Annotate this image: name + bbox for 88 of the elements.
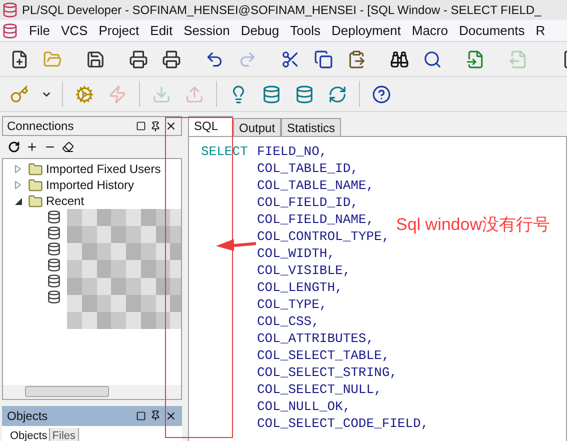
panel-title: Connections [7,118,75,135]
sql-editor[interactable] [188,136,567,441]
database-icon [47,258,61,272]
database-icon [47,242,61,256]
code-line: COL_SELECT_CODE_FIELD, [256,415,429,432]
tree-item[interactable]: Imported Fixed Users [3,161,181,177]
expander-icon[interactable] [15,198,22,204]
lightning-icon [108,84,127,104]
editor-tab[interactable]: SQL [188,116,234,136]
refresh-icon[interactable] [8,141,20,153]
window-title: PL/SQL Developer - SOFINAM_HENSEI@SOFINAM_HENSEI - [SQL Window - SELECT FIELD_ [22,2,542,19]
redo-icon [238,50,257,68]
menu-item[interactable]: VCS [60,20,88,40]
key-icon [10,84,29,104]
code-line: COL_TABLE_NAME, [256,177,374,194]
editor-tab[interactable]: Statistics [281,118,342,136]
undo-icon [205,50,224,68]
menu-item[interactable]: Edit [150,20,173,40]
database-icon [47,226,61,240]
code-line: COL_CONTROL_TYPE, [256,228,390,245]
menu-item[interactable]: Deployment [331,20,401,40]
menu-item[interactable]: Debug [240,20,280,40]
help-icon [372,84,391,104]
upload-icon [185,84,204,104]
pin-icon[interactable] [150,410,161,421]
tree-label: Imported Fixed Users [46,161,161,178]
close-icon[interactable] [165,410,177,422]
copy-icon [314,50,333,68]
tree-label: Imported History [46,177,134,194]
code-line: COL_FIELD_ID, [256,194,358,211]
pin-icon[interactable] [150,120,161,132]
maximize-icon[interactable] [136,410,146,420]
code-line: COL_VISIBLE, [256,262,351,279]
menu-item[interactable]: Tools [290,20,320,40]
file-arrow-icon [466,50,485,68]
menu-item[interactable]: Documents [458,20,525,40]
folder-icon [28,178,43,192]
code-line: COL_LENGTH, [256,279,343,296]
database-icon [47,290,61,304]
database-icon [47,274,61,288]
folder-icon [43,50,62,68]
binoculars-icon [390,50,409,68]
scrollbar[interactable] [3,384,181,398]
code-line: COL_NULL_OK, [256,398,351,415]
gear-icon [75,84,94,104]
database-icon [295,84,314,104]
tree-label: Recent [46,193,84,210]
annotation-text: Sql window没有行号 [396,214,550,236]
menu-item[interactable]: File [29,20,50,40]
refresh-icon [328,84,347,104]
panel-tab[interactable]: Objects [8,428,50,441]
search-icon [423,50,442,68]
download-icon [152,84,171,104]
menu-item[interactable]: R [536,20,546,40]
menu-item[interactable]: Macro [412,20,448,40]
printer-icon [129,50,148,68]
database-icon [2,2,18,18]
printer-icon [162,50,181,68]
folder-icon [28,194,43,208]
new-file-icon [10,50,29,68]
menu-item[interactable]: Session [184,20,230,40]
clipboard-icon [347,50,366,68]
close-icon[interactable] [165,120,177,132]
file-arrow-icon [509,50,528,68]
code-line: COL_SELECT_TABLE, [256,347,390,364]
plus-icon[interactable] [26,141,38,153]
eraser-icon[interactable] [62,141,74,153]
menu-item[interactable]: Project [98,20,140,40]
tree-item[interactable]: Imported History [3,177,181,193]
code-line: COL_ATTRIBUTES, [256,330,374,347]
code-line: COL_SELECT_STRING, [256,364,398,381]
maximize-icon[interactable] [136,121,146,131]
code-line: COL_SELECT_NULL, [256,381,382,398]
code-line: COL_TYPE, [256,296,328,313]
arrow-drawing [216,238,256,252]
panel-title: Objects [7,408,49,424]
scissors-icon [281,50,300,68]
database-icon [47,210,61,224]
code-line: COL_FIELD_NAME, [256,211,374,228]
database-icon [2,22,18,38]
folder-icon [28,162,43,176]
code-line: COL_TABLE_ID, [256,160,358,177]
database-icon [262,84,281,104]
editor-tab[interactable]: Output [233,118,282,136]
tree-item[interactable]: Recent [3,193,181,209]
code-line: COL_WIDTH, [256,245,336,262]
panel-tab[interactable]: Files [50,428,79,441]
code-line: COL_CSS, [256,313,320,330]
